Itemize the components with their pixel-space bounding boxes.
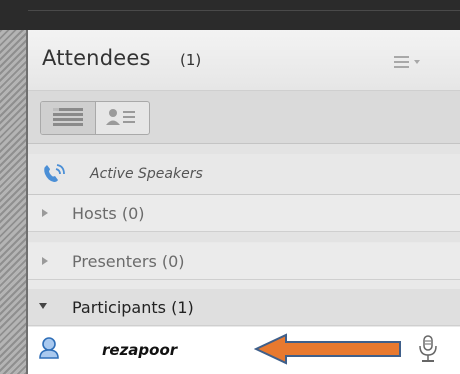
card-view-button[interactable] <box>95 102 149 134</box>
chevron-right-icon <box>42 257 48 265</box>
hosts-label: Hosts (0) <box>72 204 145 223</box>
microphone-icon <box>419 335 437 362</box>
attendee-card-view-icon <box>106 109 135 125</box>
person-icon <box>39 337 59 359</box>
phone-speaker-icon <box>44 164 65 182</box>
orange-arrow-left-icon <box>254 333 401 365</box>
pod-title: Attendees <box>42 46 151 70</box>
attendee-name: rezapoor <box>102 341 178 359</box>
panel-resize-gutter[interactable] <box>0 30 26 374</box>
pod-menu-button[interactable] <box>392 53 430 71</box>
participants-section-header[interactable]: Participants (1) <box>28 289 460 326</box>
active-speakers-label: Active Speakers <box>90 166 203 182</box>
chevron-down-icon <box>39 303 47 309</box>
pod-header: Attendees (1) <box>28 30 460 91</box>
presenters-section-header[interactable]: Presenters (0) <box>28 243 460 280</box>
chevron-right-icon <box>42 209 48 217</box>
list-view-button[interactable] <box>41 102 96 134</box>
section-gap <box>28 144 460 154</box>
section-gap <box>28 232 460 242</box>
attendee-count: (1) <box>180 51 202 69</box>
attendees-pod: Attendees (1) Active Speakers Hosts (0) … <box>28 30 460 374</box>
list-view-icon <box>53 108 83 126</box>
presenters-label: Presenters (0) <box>72 252 185 271</box>
list-menu-icon <box>394 56 420 68</box>
attendee-row[interactable]: rezapoor <box>28 327 460 374</box>
hosts-section-header[interactable]: Hosts (0) <box>28 195 460 232</box>
participants-label: Participants (1) <box>72 298 194 317</box>
active-speakers-row: Active Speakers <box>28 154 460 195</box>
view-toggle-group <box>40 101 150 135</box>
window-top-bar <box>0 0 460 30</box>
view-toolbar <box>28 91 460 144</box>
